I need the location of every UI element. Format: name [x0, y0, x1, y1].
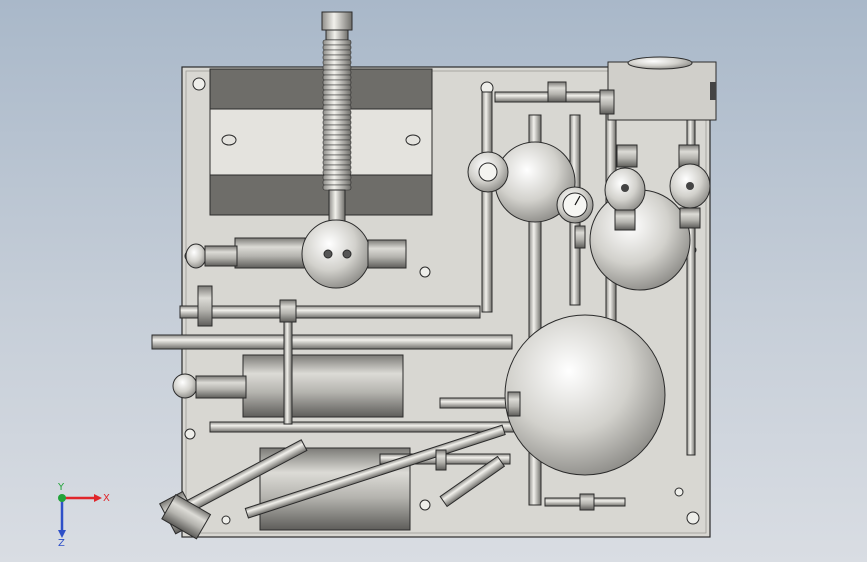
- hose-ridge: [322, 79, 352, 86]
- y-axis-label: Y: [57, 482, 65, 493]
- pressure-gauge[interactable]: [556, 186, 594, 224]
- hose-ridge: [322, 39, 352, 46]
- hose-ridge: [322, 109, 352, 116]
- hose-ridge: [322, 59, 352, 66]
- coordinate-triad: X Y Z: [57, 482, 110, 546]
- hose-ridge: [322, 89, 352, 96]
- hose-ridge: [322, 149, 352, 156]
- hose-ridge: [322, 54, 352, 61]
- hose-ridge: [322, 44, 352, 51]
- hose-ridge: [322, 144, 352, 151]
- hose-ridge: [322, 124, 352, 131]
- hose-ridge: [322, 159, 352, 166]
- hose-ridge: [322, 154, 352, 161]
- lower-sphere-tank[interactable]: [504, 314, 666, 476]
- hose-ridge: [322, 114, 352, 121]
- hose-ridge: [322, 94, 352, 101]
- hose-ridge: [322, 164, 352, 171]
- hose-ridge: [322, 139, 352, 146]
- hose-ridge: [322, 49, 352, 56]
- cad-viewport[interactable]: [0, 0, 867, 562]
- hose-ridge: [322, 119, 352, 126]
- hose-ridge: [322, 129, 352, 136]
- hose-ridge: [322, 69, 352, 76]
- electrical-box[interactable]: [607, 56, 717, 121]
- hose-ridge: [322, 134, 352, 141]
- hose-ridge: [322, 169, 352, 176]
- hose-ridge: [322, 184, 352, 191]
- hose-ridge: [322, 99, 352, 106]
- hose-ridge: [322, 174, 352, 181]
- x-axis-label: X: [103, 493, 110, 504]
- hose-ridge: [322, 179, 352, 186]
- hose-ridge: [322, 104, 352, 111]
- z-axis-label: Z: [58, 538, 65, 546]
- hose-ridge: [322, 84, 352, 91]
- upper-bracket[interactable]: [209, 68, 433, 216]
- hose-ridge: [322, 74, 352, 81]
- sight-glass[interactable]: [467, 151, 509, 193]
- hose-ridge: [322, 64, 352, 71]
